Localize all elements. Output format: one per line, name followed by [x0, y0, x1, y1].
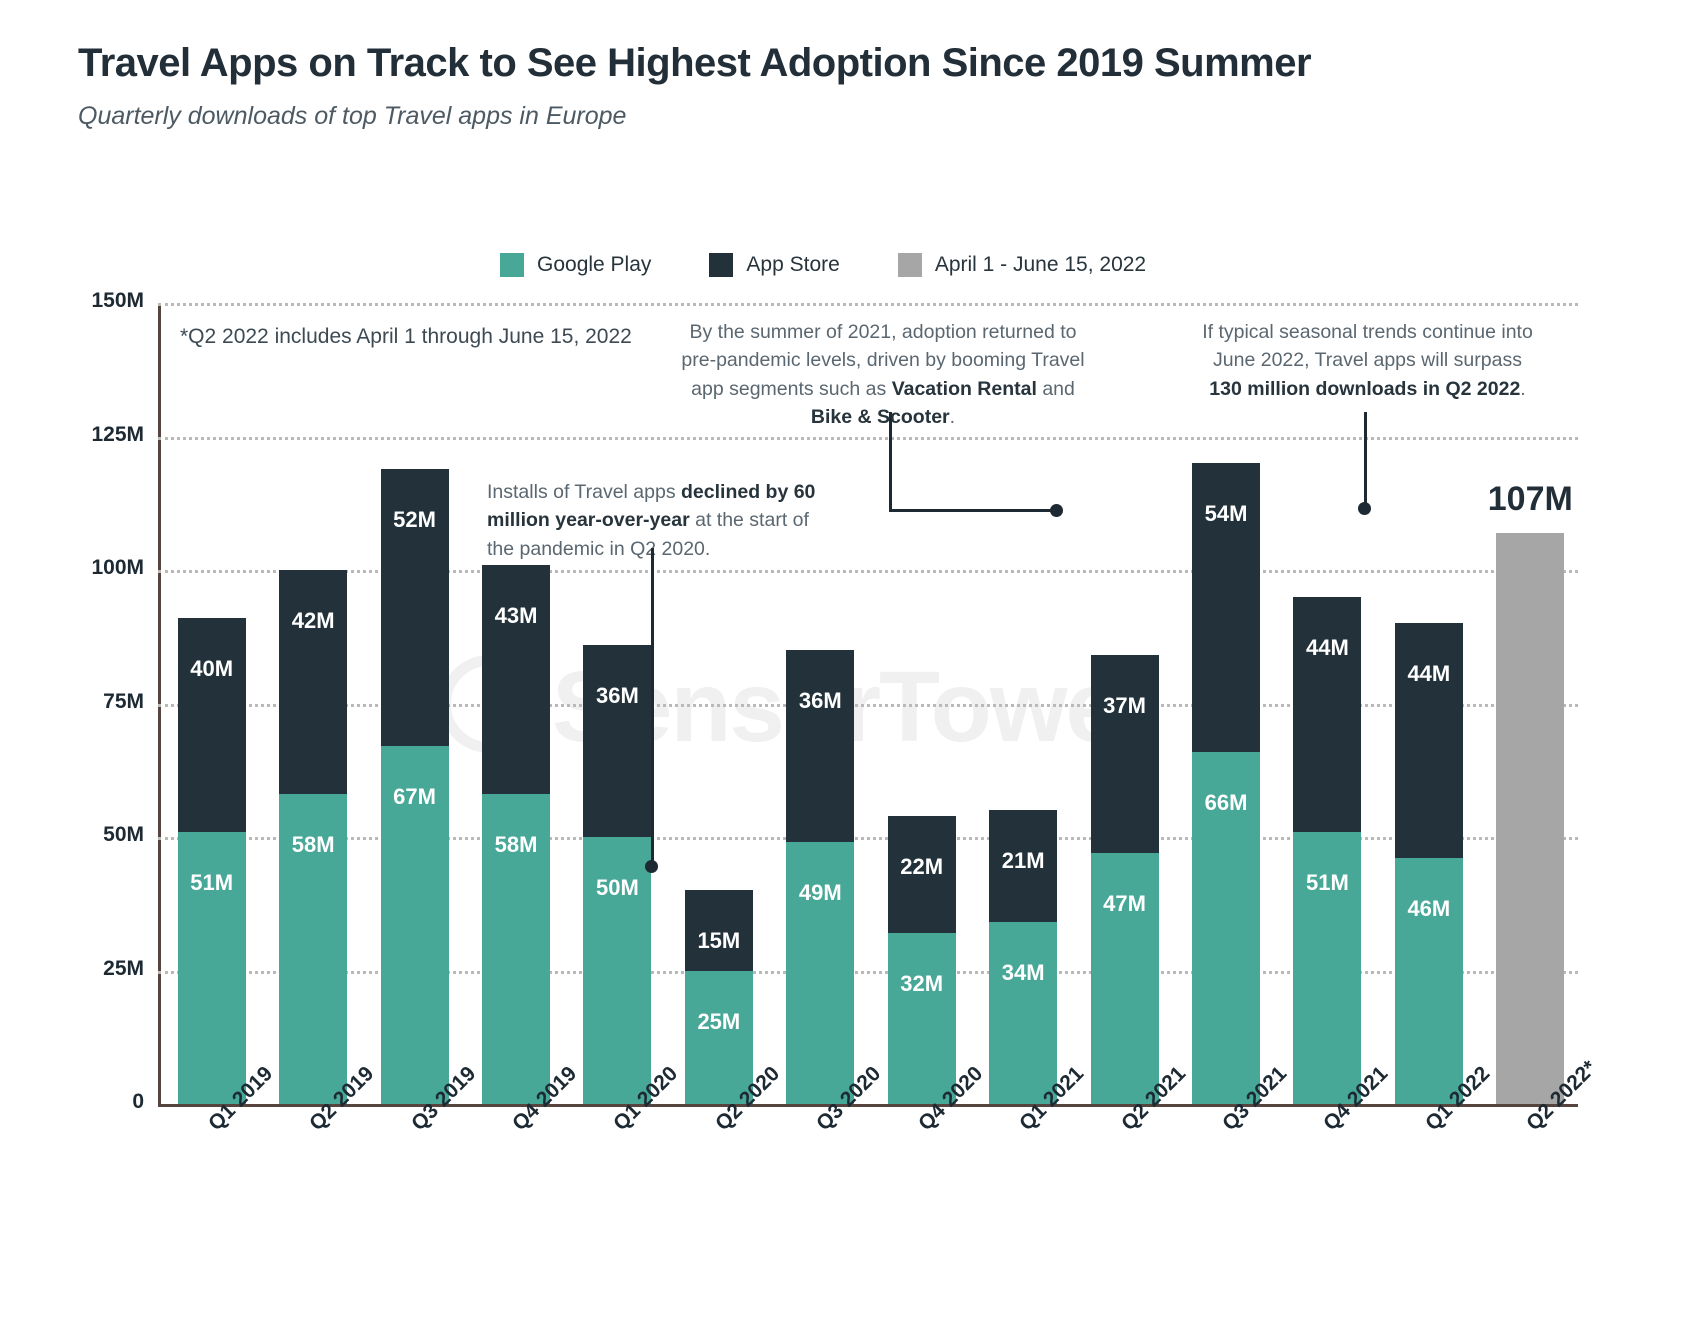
bar-value-label: 51M — [1306, 869, 1349, 895]
bar-segment-app-store[interactable]: 52M — [380, 468, 449, 747]
bar-segment-app-store[interactable]: 36M — [786, 650, 855, 843]
header: Travel Apps on Track to See Highest Adop… — [78, 40, 1638, 131]
bar-value-label: 15M — [697, 928, 741, 954]
leader-line-summer-2021-vertical — [889, 412, 892, 510]
bar-value-label: 40M — [190, 656, 234, 682]
y-axis-tick: 25M — [103, 956, 144, 980]
bar-value-label: 34M — [1001, 960, 1045, 986]
leader-dot-summer-2021 — [1050, 504, 1063, 517]
bar-segment-google-play[interactable]: 51M — [177, 831, 246, 1104]
bar-segment-app-store[interactable]: 40M — [177, 618, 246, 832]
bar-segment-app-store[interactable]: 42M — [279, 570, 348, 795]
bar-value-label: 50M — [596, 875, 639, 900]
bar-segment-app-store[interactable]: 37M — [1090, 655, 1159, 854]
bar-value-label: 21M — [1001, 848, 1045, 874]
annotation-left-part1: Installs of Travel apps — [487, 481, 682, 503]
bar-segment-google-play[interactable]: 34M — [989, 922, 1058, 1104]
legend-item-app-store[interactable]: App Store — [709, 253, 840, 277]
legend-item-google-play[interactable]: Google Play — [500, 253, 651, 277]
bar-value-label: 54M — [1204, 501, 1248, 527]
gridline — [158, 837, 1578, 840]
legend-swatch-app-store — [709, 253, 734, 277]
legend-label-google-play: Google Play — [537, 253, 652, 276]
y-axis-tick: 150M — [91, 289, 144, 312]
gridline — [158, 303, 1578, 306]
annotation-mid-part2: and — [1036, 377, 1075, 400]
y-axis-tick: 75M — [103, 689, 144, 713]
bar-value-label: 46M — [1407, 896, 1451, 922]
legend-label-projection: April 1 - June 15, 2022 — [934, 253, 1147, 276]
bar-segment-app-store[interactable]: 44M — [1293, 596, 1362, 832]
bar-value-label: 36M — [596, 682, 639, 708]
bar-value-label: 58M — [494, 832, 538, 858]
bar-segment-app-store[interactable]: 36M — [583, 644, 652, 837]
legend-item-projection[interactable]: April 1 - June 15, 2022 — [897, 253, 1147, 277]
gridline — [158, 703, 1578, 707]
leader-line-summer-2021-horizontal — [889, 509, 1057, 512]
y-axis-tick: 0 — [132, 1090, 144, 1113]
bar-value-label: 22M — [900, 853, 944, 879]
bar-value-label: 44M — [1407, 661, 1451, 687]
annotation-mid-part3: . — [949, 405, 956, 428]
annotation-right-bold1: 130 million downloads in Q2 2022 — [1209, 377, 1521, 400]
bar-value-label: 44M — [1306, 634, 1349, 660]
y-axis-tick: 50M — [103, 823, 144, 846]
leader-line-pandemic-decline — [651, 548, 654, 866]
chart-legend: Google Play App Store April 1 - June 15,… — [500, 253, 1146, 277]
bar-value-label: 47M — [1103, 891, 1146, 917]
annotation-summer-2021: By the summer of 2021, adoption returned… — [678, 318, 1088, 431]
gridline — [158, 970, 1578, 974]
bar-value-label: 52M — [393, 506, 436, 532]
annotation-pandemic-decline: Installs of Travel apps declined by 60 m… — [487, 478, 827, 563]
annotation-footnote: *Q2 2022 includes April 1 through June 1… — [180, 325, 632, 348]
page-title: Travel Apps on Track to See Highest Adop… — [78, 41, 1312, 85]
bar-segment-app-store[interactable]: 15M — [684, 890, 753, 971]
y-axis-tick: 100M — [91, 556, 144, 579]
bar-value-label: 36M — [798, 688, 842, 714]
leader-dot-projection — [1358, 502, 1371, 515]
annotation-mid-bold1: Vacation Rental — [891, 377, 1037, 400]
chart-subtitle: Quarterly downloads of top Travel apps i… — [78, 102, 627, 130]
legend-label-app-store: App Store — [746, 253, 840, 276]
annotation-right-part1: If typical seasonal trends continue into… — [1202, 321, 1533, 372]
bar-segment-app-store[interactable]: 44M — [1394, 623, 1463, 859]
bar-group[interactable]: 54M 66M — [1192, 463, 1260, 1104]
bar-value-label: 58M — [291, 832, 335, 858]
leader-line-projection — [1364, 412, 1367, 508]
annotation-mid-bold2: Bike & Scooter — [810, 405, 950, 428]
bar-segment-app-store[interactable]: 43M — [482, 564, 550, 795]
legend-swatch-projection — [897, 253, 922, 277]
bar-value-label: 43M — [494, 602, 538, 628]
bar-value-label: 67M — [393, 784, 436, 810]
legend-swatch-google-play — [500, 253, 524, 277]
bar-total-label: 107M — [1487, 479, 1573, 518]
bar-group[interactable]: 15M 25M — [684, 890, 753, 1104]
bar-value-label: 49M — [798, 880, 842, 906]
bar-segment-app-store[interactable]: 21M — [989, 810, 1058, 923]
y-axis-tick: 125M — [91, 422, 144, 446]
bar-value-label: 42M — [291, 608, 335, 634]
bar-group[interactable]: 52M 67M — [380, 468, 449, 1104]
bar-value-label: 32M — [900, 971, 944, 997]
bar-value-label: 37M — [1103, 693, 1146, 719]
annotation-projection: If typical seasonal trends continue into… — [1195, 318, 1540, 403]
bar-value-label: 51M — [190, 869, 234, 895]
bar-value-label: 66M — [1204, 789, 1248, 815]
bar-segment-app-store[interactable]: 54M — [1192, 463, 1260, 752]
gridline — [158, 570, 1578, 573]
bar-segment-google-play[interactable]: 46M — [1394, 858, 1463, 1104]
annotation-right-part2: . — [1520, 377, 1526, 400]
leader-dot-pandemic-decline — [645, 860, 658, 873]
bar-group[interactable]: 40M 51M — [177, 618, 246, 1104]
bar-segment-app-store[interactable]: 22M — [887, 815, 956, 934]
